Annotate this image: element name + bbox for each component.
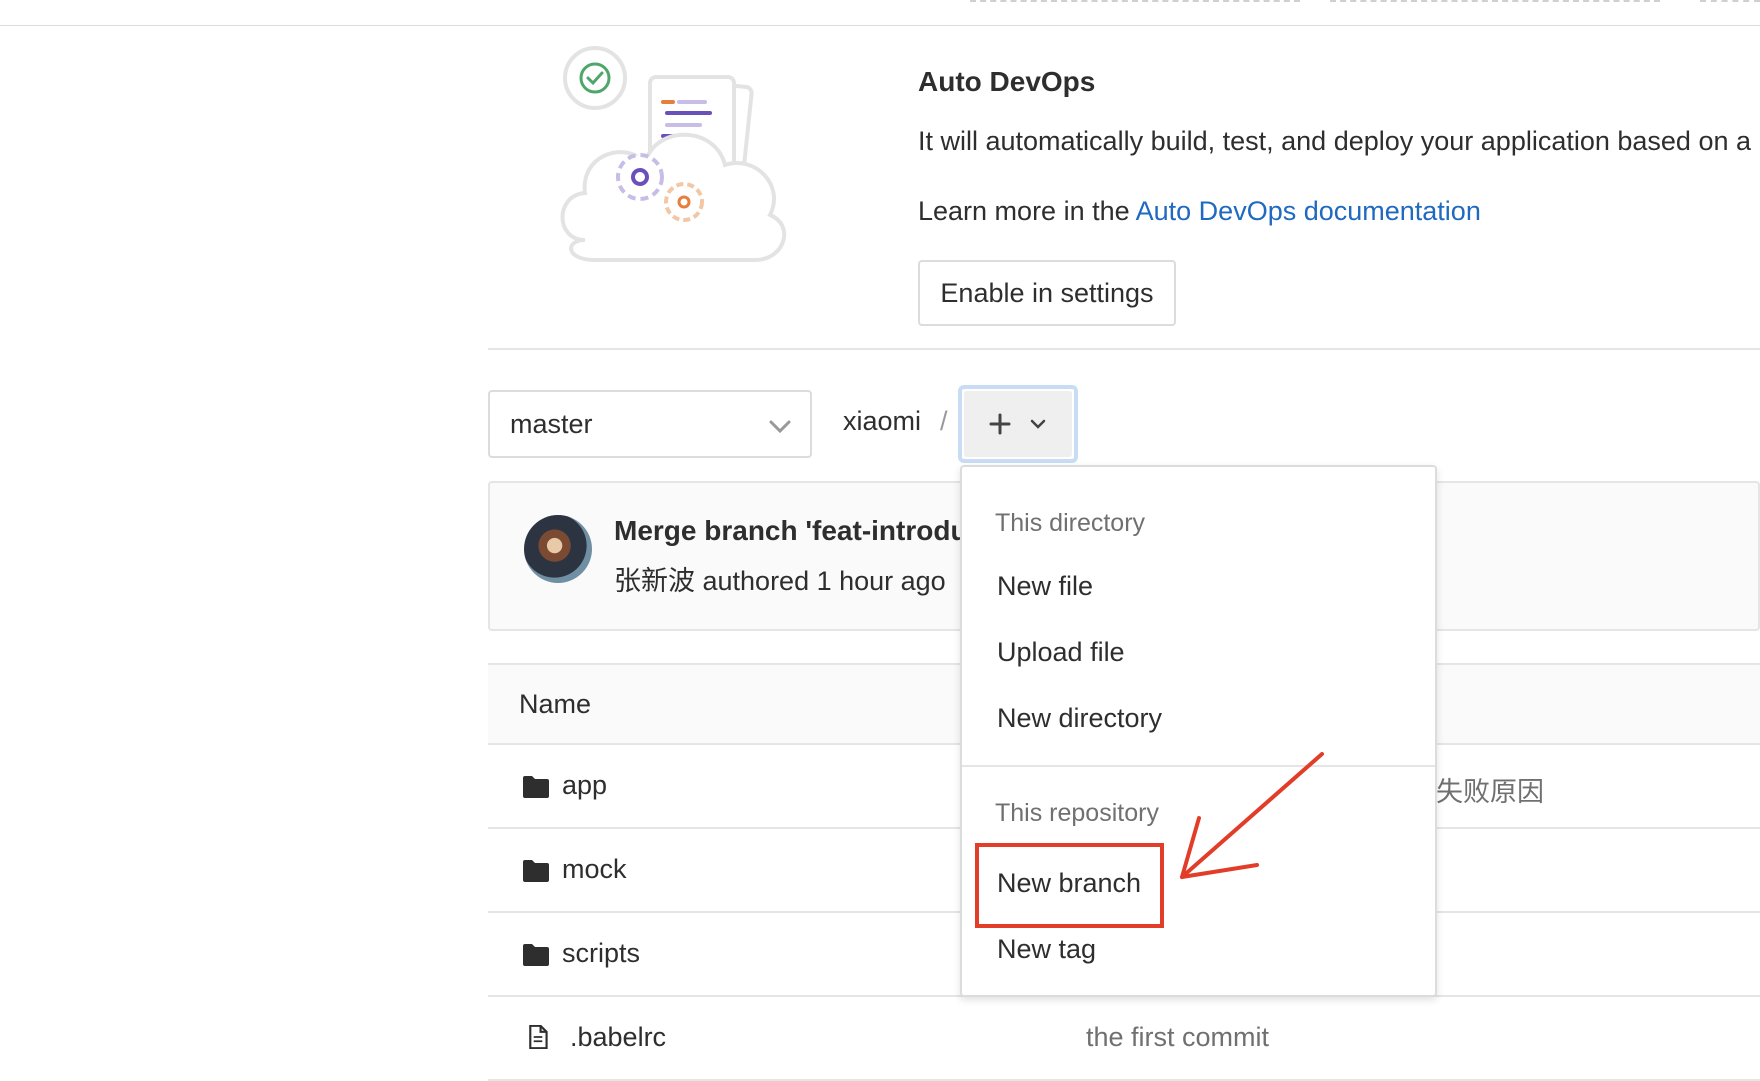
new-file-item[interactable]: New file: [997, 571, 1093, 602]
new-directory-item[interactable]: New directory: [997, 703, 1162, 734]
learn-more-prefix: Learn more in the: [918, 196, 1136, 226]
this-repository-header: This repository: [995, 799, 1159, 827]
auto-devops-description: It will automatically build, test, and d…: [918, 126, 1751, 156]
avatar[interactable]: [524, 515, 592, 583]
gear-icon: [664, 182, 704, 222]
gear-icon: [616, 153, 664, 201]
breadcrumb-project[interactable]: xiaomi: [843, 406, 921, 437]
section-divider: [488, 348, 1760, 350]
check-circle-icon: [563, 46, 627, 110]
commit-message[interactable]: 失败原因: [1436, 770, 1544, 809]
file-name[interactable]: app: [562, 770, 607, 801]
commit-author[interactable]: 张新波: [614, 566, 695, 596]
add-to-tree-button[interactable]: [958, 385, 1078, 463]
chevron-down-icon: [769, 420, 791, 434]
file-name[interactable]: .babelrc: [570, 1022, 666, 1053]
commit-title[interactable]: Merge branch 'feat-introdu: [614, 515, 968, 547]
auto-devops-learn-more: Learn more in the Auto DevOps documentat…: [918, 196, 1481, 227]
folder-icon: [523, 860, 549, 882]
commit-meta: 张新波 authored 1 hour ago: [614, 559, 946, 598]
dropdown-divider: [962, 765, 1435, 767]
commit-time: authored 1 hour ago: [695, 566, 946, 596]
chevron-down-icon: [1030, 419, 1046, 429]
file-icon: [529, 1025, 548, 1049]
new-tag-item[interactable]: New tag: [997, 934, 1096, 965]
top-tab-edge: [1700, 0, 1760, 2]
upload-file-item[interactable]: Upload file: [997, 637, 1125, 668]
column-name-header: Name: [519, 689, 592, 719]
top-tab-edge: [970, 0, 1300, 2]
plus-icon: [989, 413, 1011, 435]
branch-selector[interactable]: master: [488, 390, 812, 458]
this-directory-header: This directory: [995, 509, 1146, 537]
table-row[interactable]: .babelrc the first commit: [488, 997, 1760, 1081]
annotation-highlight-box: [975, 843, 1164, 928]
enable-in-settings-button[interactable]: Enable in settings: [918, 260, 1176, 326]
auto-devops-title: Auto DevOps: [918, 66, 1096, 97]
top-tab-edge: [1330, 0, 1660, 2]
breadcrumb-separator: /: [940, 406, 948, 436]
top-divider: [0, 25, 1760, 26]
folder-icon: [523, 944, 549, 966]
folder-icon: [523, 776, 549, 798]
file-name[interactable]: mock: [562, 854, 627, 885]
branch-name: master: [510, 408, 593, 439]
auto-devops-illustration: [560, 46, 787, 262]
commit-message[interactable]: the first commit: [1086, 1022, 1269, 1053]
auto-devops-docs-link[interactable]: Auto DevOps documentation: [1136, 196, 1481, 226]
file-name[interactable]: scripts: [562, 938, 640, 969]
